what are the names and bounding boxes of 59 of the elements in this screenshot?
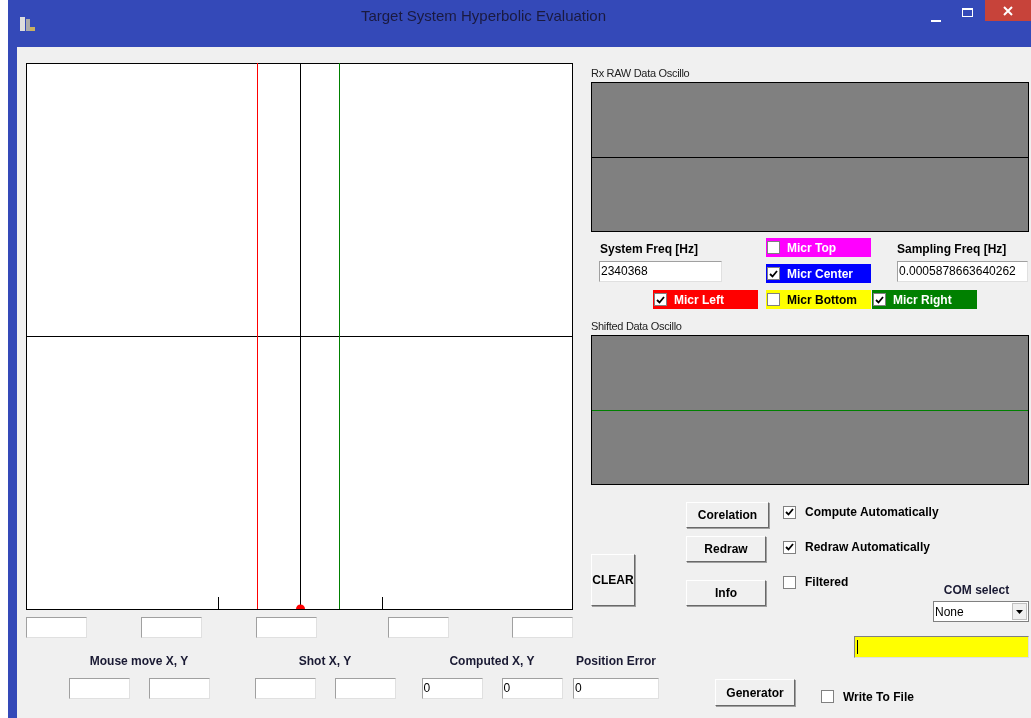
maximize-icon[interactable]: [962, 8, 973, 17]
dropdown-arrow-icon: [1016, 609, 1023, 614]
close-button[interactable]: [985, 0, 1031, 21]
readout-label: Shot X, Y: [298, 653, 352, 670]
checkbox[interactable]: [767, 293, 780, 306]
text-field[interactable]: [254, 678, 316, 699]
text-field[interactable]: [512, 617, 573, 638]
checkbox[interactable]: [654, 293, 667, 306]
readout-label: Mouse move X, Y: [89, 653, 189, 670]
mic-toggle[interactable]: Micr Right: [872, 290, 977, 309]
app-icon: [18, 14, 36, 33]
field-label: Sampling Freq [Hz]: [897, 241, 1008, 258]
text-field[interactable]: 0.0005878663640262: [897, 261, 1028, 282]
com-dropdown[interactable]: None: [933, 601, 1029, 622]
checkmark-icon: [875, 295, 884, 304]
text-field[interactable]: [334, 678, 396, 699]
text-field[interactable]: [26, 617, 87, 638]
readout-label: Computed X, Y: [449, 653, 535, 670]
option-label: Redraw Automatically: [805, 539, 930, 556]
option-label: Write To File: [843, 688, 914, 706]
text-field[interactable]: [68, 678, 130, 699]
status-field[interactable]: [854, 636, 1029, 658]
checkbox[interactable]: [767, 241, 780, 254]
mic-toggle[interactable]: Micr Bottom: [766, 290, 871, 309]
checkbox[interactable]: [873, 293, 886, 306]
minimize-icon[interactable]: [931, 20, 941, 23]
option-label: Filtered: [805, 574, 849, 591]
push-button[interactable]: CLEAR: [591, 554, 635, 606]
text-field[interactable]: [141, 617, 202, 638]
push-button[interactable]: Redraw: [686, 536, 766, 562]
checkmark-icon: [769, 269, 778, 278]
push-button[interactable]: Corelation: [686, 502, 769, 528]
window-title: Target System Hyperbolic Evaluation: [359, 6, 608, 27]
com-select-label: COM select: [943, 582, 1010, 599]
text-field[interactable]: 0: [573, 678, 659, 699]
checkbox[interactable]: [783, 540, 796, 554]
checkmark-icon: [656, 295, 665, 304]
close-icon: [1003, 5, 1013, 16]
readout-label: Position Error: [576, 653, 656, 670]
field-label: System Freq [Hz]: [600, 241, 700, 258]
checkbox[interactable]: [783, 575, 796, 589]
text-field[interactable]: 2340368: [599, 261, 722, 282]
text-field[interactable]: [256, 617, 317, 638]
checkbox[interactable]: [783, 505, 796, 519]
push-button[interactable]: Generator: [715, 679, 795, 706]
checkbox[interactable]: [767, 267, 780, 280]
text-field[interactable]: 0: [501, 678, 563, 699]
checkmark-icon: [785, 543, 794, 551]
mic-toggle[interactable]: Micr Center: [766, 264, 871, 283]
text-field[interactable]: [388, 617, 449, 638]
oscillo-label: Rx RAW Data Oscillo: [591, 66, 691, 81]
checkbox[interactable]: [821, 690, 834, 703]
mic-toggle[interactable]: Micr Left: [653, 290, 758, 309]
push-button[interactable]: Info: [686, 580, 766, 606]
oscillo-label: Shifted Data Oscillo: [591, 319, 683, 334]
checkmark-icon: [785, 508, 794, 516]
option-label: Compute Automatically: [805, 504, 939, 521]
text-field[interactable]: 0: [421, 678, 483, 699]
text-field[interactable]: [148, 678, 210, 699]
